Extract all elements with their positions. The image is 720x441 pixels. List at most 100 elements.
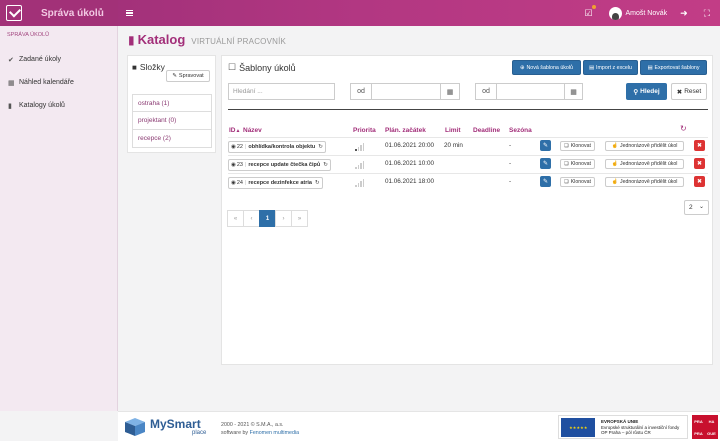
page-last-button[interactable]: » bbox=[291, 210, 308, 227]
import-excel-button[interactable]: ▤ Import z excelu bbox=[583, 60, 638, 75]
search-input[interactable]: Hledání ... bbox=[228, 83, 335, 100]
clone-button[interactable]: ❏ Klonovat bbox=[560, 159, 595, 169]
column-deadline[interactable]: Deadline bbox=[473, 127, 500, 134]
sidebar-item-calendar[interactable]: ▦ Náhled kalendáře bbox=[0, 71, 117, 94]
hamburger-menu-icon[interactable] bbox=[126, 10, 133, 16]
date-from-input-2[interactable] bbox=[496, 83, 565, 100]
file-export-icon: ▤ bbox=[647, 64, 653, 71]
page-current-button[interactable]: 1 bbox=[259, 210, 276, 227]
vendor-link[interactable]: Fenomen multimedia bbox=[250, 430, 299, 436]
column-limit[interactable]: Limit bbox=[445, 127, 461, 134]
planned-start: 01.06.2021 10:00 bbox=[385, 160, 435, 167]
reset-button[interactable]: ✖ Reset bbox=[671, 83, 707, 100]
praha-cell: GUE bbox=[705, 427, 718, 439]
separator: | bbox=[244, 144, 247, 150]
page-subtitle: VIRTUÁLNÍ PRACOVNÍK bbox=[191, 37, 287, 46]
avatar[interactable] bbox=[608, 6, 622, 20]
column-season[interactable]: Sezóna bbox=[509, 127, 532, 134]
hand-icon: ☝ bbox=[611, 161, 619, 167]
file-icon: ☐ bbox=[228, 62, 237, 72]
folder-item-ostraha[interactable]: ostraha (1) bbox=[132, 94, 212, 112]
edit-button[interactable]: ✎ bbox=[540, 140, 551, 151]
per-page-value: 2 bbox=[689, 204, 693, 211]
edit-button[interactable]: ✎ bbox=[540, 158, 551, 169]
notification-check-icon[interactable]: ☑ bbox=[584, 4, 596, 19]
mysmart-logo-icon bbox=[125, 418, 145, 436]
separator: | bbox=[244, 162, 247, 168]
page-first-button[interactable]: « bbox=[227, 210, 244, 227]
page-prev-button[interactable]: ‹ bbox=[243, 210, 260, 227]
per-page-select[interactable]: 2 ⌄ bbox=[684, 200, 709, 215]
sidebar-item-catalogs[interactable]: ▮ Katalogy úkolů bbox=[0, 94, 117, 117]
footer-copyright: 2000 - 2021 © S.M.A., a.s. software by F… bbox=[221, 421, 299, 437]
sidebar-item-label: Zadané úkoly bbox=[19, 56, 62, 63]
page-next-button[interactable]: › bbox=[275, 210, 292, 227]
search-button[interactable]: ⚲ Hledej bbox=[626, 83, 667, 100]
user-name[interactable]: Amošt Novák bbox=[626, 10, 668, 17]
top-bar: Správa úkolů ☑ Amošt Novák ➜ ⛶ bbox=[0, 0, 720, 26]
page-header: ▮ Katalog VIRTUÁLNÍ PRACOVNÍK bbox=[128, 32, 286, 47]
season: - bbox=[509, 160, 512, 167]
calendar-icon: ▦ bbox=[8, 79, 15, 87]
clone-button[interactable]: ❏ Klonovat bbox=[560, 177, 595, 187]
edit-button[interactable]: ✎ bbox=[540, 176, 551, 187]
planned-start: 01.06.2021 20:00 bbox=[385, 142, 435, 149]
assign-once-button[interactable]: ☝ Jednorázově přidělit úkol bbox=[605, 177, 684, 187]
template-name-badge[interactable]: ◉ 22 | obhlídka/kontrola objektu ↻ bbox=[228, 141, 326, 153]
logout-icon[interactable]: ➜ bbox=[680, 8, 688, 19]
eye-icon: ◉ bbox=[231, 162, 236, 168]
search-label: Hledej bbox=[640, 88, 660, 95]
folder-list: ostraha (1) projektant (0) recepce (2) bbox=[132, 94, 212, 148]
calendar-icon[interactable]: ▦ bbox=[440, 83, 460, 100]
book-icon: ▮ bbox=[128, 33, 135, 47]
brand[interactable]: Správa úkolů bbox=[0, 0, 118, 26]
assign-once-button[interactable]: ☝ Jednorázově přidělit úkol bbox=[605, 141, 684, 151]
assign-once-button[interactable]: ☝ Jednorázově přidělit úkol bbox=[605, 159, 684, 169]
sidebar-item-assigned-tasks[interactable]: ✔ Zadané úkoly bbox=[0, 48, 117, 71]
fullscreen-icon[interactable]: ⛶ bbox=[704, 8, 710, 19]
calendar-icon[interactable]: ▦ bbox=[564, 83, 583, 100]
table-row: ◉ 22 | obhlídka/kontrola objektu ↻ 01.06… bbox=[228, 137, 708, 155]
folder-item-projektant[interactable]: projektant (0) bbox=[132, 112, 212, 130]
folder-item-recepce[interactable]: recepce (2) bbox=[132, 130, 212, 148]
import-label: Import z excelu bbox=[596, 64, 632, 71]
sidebar-item-label: Katalogy úkolů bbox=[19, 102, 65, 109]
hand-icon: ☝ bbox=[611, 179, 619, 185]
hand-icon: ☝ bbox=[611, 143, 619, 149]
delete-button[interactable]: ✖ bbox=[694, 158, 705, 169]
column-planned-start[interactable]: Plán. začátek bbox=[385, 127, 426, 134]
folders-panel: ■ Složky ✎ Spravovat ostraha (1) projekt… bbox=[127, 55, 216, 153]
sort-up-icon: ▲ bbox=[235, 128, 241, 134]
eye-icon: ◉ bbox=[231, 180, 236, 186]
refresh-icon[interactable]: ↻ bbox=[680, 124, 687, 133]
eu-line-3: OP Praha – pól růstu ČR bbox=[601, 430, 651, 436]
date-from-input-1[interactable] bbox=[371, 83, 441, 100]
priority-indicator bbox=[355, 161, 365, 169]
export-templates-button[interactable]: ▤ Exportovat šablony bbox=[640, 60, 707, 75]
new-template-button[interactable]: ⊕ Nová šablona úkolů bbox=[512, 60, 581, 75]
eu-flag-icon: ★ ★ ★ ★ ★ bbox=[561, 418, 595, 437]
template-name-badge[interactable]: ◉ 23 | recepce update čtečka čipů ↻ bbox=[228, 159, 331, 171]
manage-folders-button[interactable]: ✎ Spravovat bbox=[166, 70, 210, 82]
copy-icon: ❏ bbox=[564, 161, 569, 167]
praha-cell: PRA bbox=[692, 415, 705, 427]
column-name[interactable]: Název bbox=[243, 127, 262, 134]
column-id[interactable]: ID▲ bbox=[229, 127, 240, 134]
column-priority[interactable]: Priorita bbox=[353, 127, 376, 134]
template-name-badge[interactable]: ◉ 24 | recepce dezinfekce atria ↻ bbox=[228, 177, 323, 189]
task-check-logo-icon bbox=[6, 5, 22, 21]
footer-brand[interactable]: MySmart bbox=[150, 417, 201, 431]
software-by-text: software by bbox=[221, 430, 249, 436]
template-id: 23 bbox=[236, 162, 243, 168]
reset-label: Reset bbox=[684, 88, 702, 95]
search-icon: ⚲ bbox=[633, 88, 639, 96]
delete-button[interactable]: ✖ bbox=[694, 176, 705, 187]
recurring-icon: ↻ bbox=[323, 162, 328, 168]
date-from-label-2: od bbox=[475, 83, 497, 100]
manage-label: Spravovat bbox=[178, 73, 204, 79]
sidebar-heading: SPRÁVA ÚKOLŮ bbox=[7, 32, 50, 38]
clone-button[interactable]: ❏ Klonovat bbox=[560, 141, 595, 151]
delete-button[interactable]: ✖ bbox=[694, 140, 705, 151]
check-circle-icon: ✔ bbox=[8, 56, 14, 64]
templates-panel: ☐ Šablony úkolů ⊕ Nová šablona úkolů ▤ I… bbox=[221, 55, 713, 365]
